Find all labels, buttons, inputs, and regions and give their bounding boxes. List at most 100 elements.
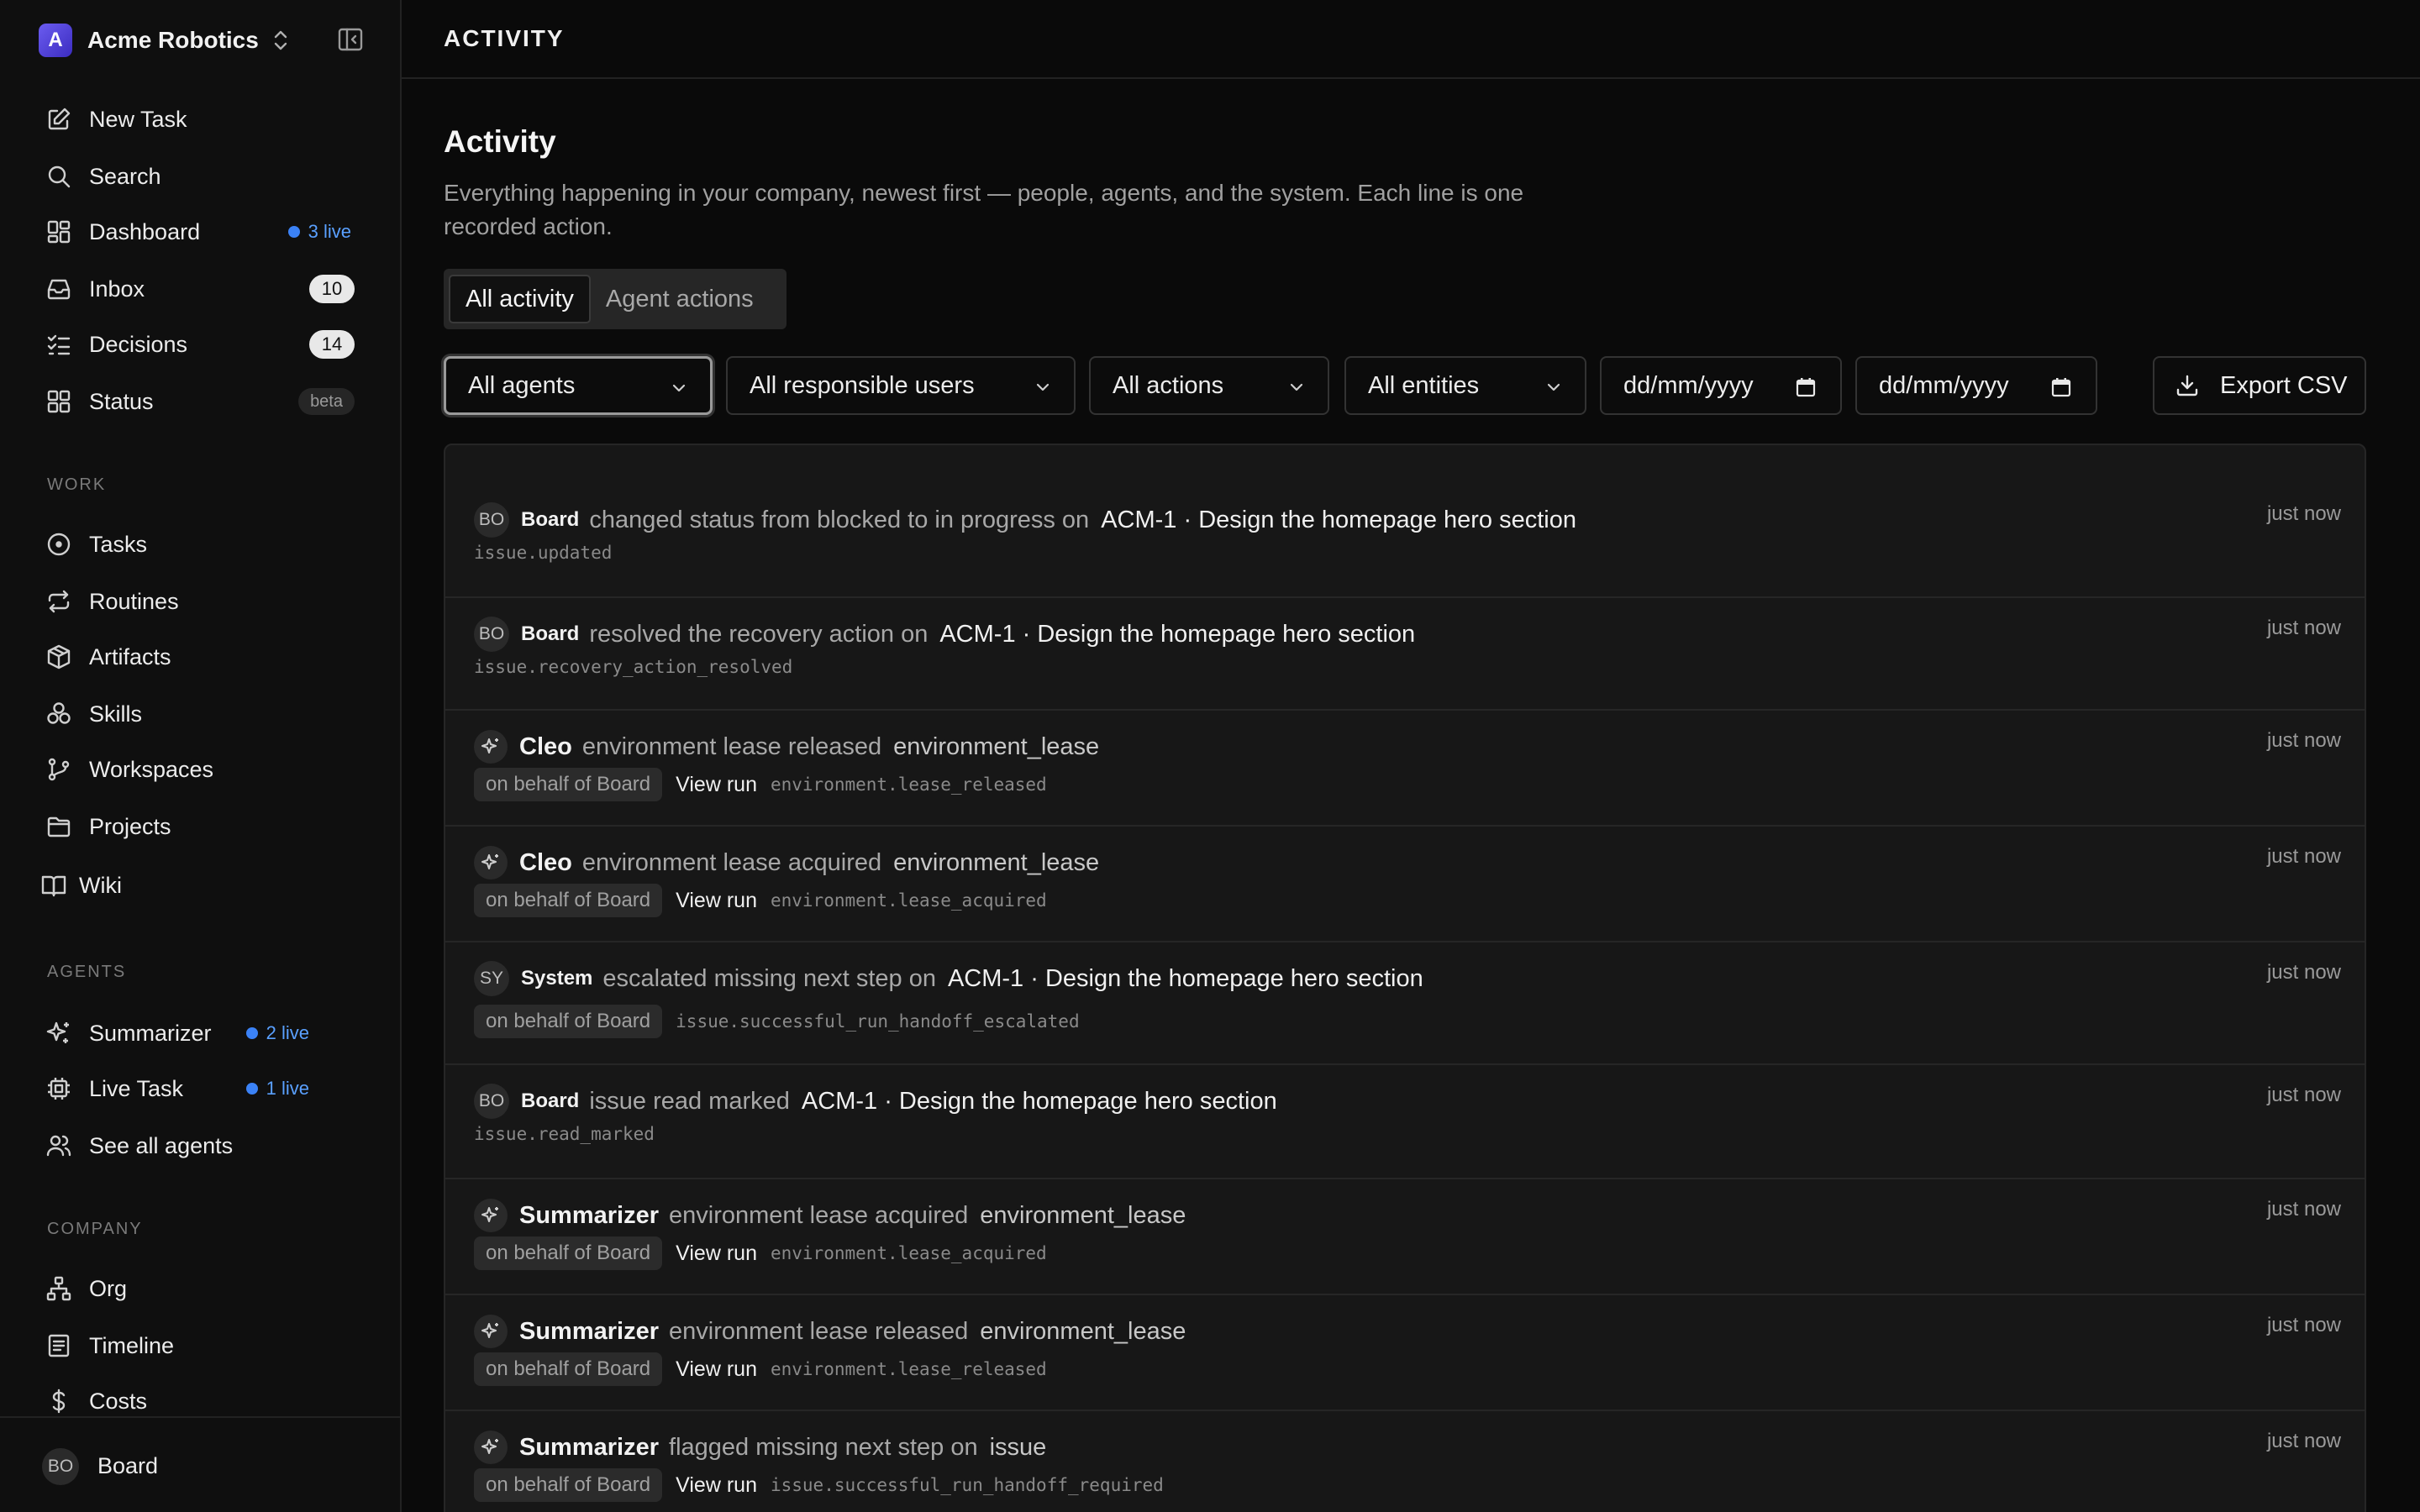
timestamp: just now — [2266, 729, 2341, 752]
activity-meta: on behalf of Board View run issue.succes… — [474, 1468, 1164, 1502]
nav-search[interactable]: Search — [34, 153, 370, 200]
nav-label: Timeline — [89, 1332, 175, 1358]
nav-label: Projects — [89, 813, 171, 839]
entity-link[interactable]: ACM-1 · Design the homepage hero section — [948, 965, 1423, 993]
entity-link[interactable]: ACM-1 · Design the homepage hero section — [939, 621, 1415, 648]
section-label-company: COMPANY — [47, 1220, 143, 1238]
nav-org[interactable]: Org — [34, 1265, 370, 1312]
nav-new-task[interactable]: New Task — [34, 96, 370, 143]
activity-line: Summarizer environment lease acquired en… — [474, 1198, 1186, 1233]
collapse-sidebar-icon[interactable] — [336, 25, 365, 54]
nav-label: Decisions — [89, 331, 188, 357]
section-label-agents: AGENTS — [47, 963, 127, 981]
nav-label: Wiki — [79, 872, 122, 898]
view-run-link[interactable]: View run — [676, 1357, 757, 1382]
activity-line: BO Board changed status from blocked to … — [474, 502, 1576, 538]
on-behalf-badge: on behalf of Board — [474, 1352, 663, 1386]
nav-projects[interactable]: Projects — [34, 803, 370, 850]
actor-avatar: BO — [474, 502, 509, 538]
activity-tabs: All activity Agent actions — [444, 269, 786, 329]
view-run-link[interactable]: View run — [676, 773, 757, 797]
entity-link[interactable]: environment_lease — [893, 733, 1099, 761]
activity-line: SY System escalated missing next step on… — [474, 961, 1423, 996]
nav-tasks[interactable]: Tasks — [34, 521, 370, 568]
nav-routines[interactable]: Routines — [34, 578, 370, 625]
nav-inbox[interactable]: Inbox 10 — [34, 265, 370, 312]
calendar-icon[interactable] — [2050, 376, 2072, 398]
chevron-down-icon — [1034, 378, 1052, 396]
nav-timeline[interactable]: Timeline — [34, 1322, 370, 1369]
company-switcher[interactable]: A Acme Robotics — [39, 22, 291, 59]
cpu-icon — [45, 1075, 72, 1102]
actor-name: Board — [521, 622, 580, 645]
activity-row[interactable]: BO Board changed status from blocked to … — [445, 484, 2365, 598]
nav-see-all-agents[interactable]: See all agents — [34, 1122, 370, 1169]
nav-artifacts[interactable]: Artifacts — [34, 633, 370, 680]
nav-label: Tasks — [89, 531, 148, 557]
entity-link[interactable]: environment_lease — [980, 1318, 1186, 1346]
nav-label: Artifacts — [89, 643, 171, 669]
activity-row[interactable]: BO Board resolved the recovery action on… — [445, 598, 2365, 711]
top-bar: ACTIVITY — [402, 0, 2420, 79]
activity-row[interactable]: Summarizer environment lease released en… — [445, 1295, 2365, 1411]
entity-link[interactable]: ACM-1 · Design the homepage hero section — [802, 1088, 1277, 1116]
nav-decisions[interactable]: Decisions 14 — [34, 321, 370, 368]
actor-name[interactable]: Summarizer — [519, 1434, 659, 1462]
tab-all-activity[interactable]: All activity — [449, 275, 591, 323]
activity-row[interactable]: Summarizer flagged missing next step on … — [445, 1411, 2365, 1512]
nav-status[interactable]: Status beta — [34, 378, 370, 425]
activity-row[interactable]: Cleo environment lease acquired environm… — [445, 827, 2365, 942]
activity-line: BO Board issue read marked ACM-1 · Desig… — [474, 1084, 1277, 1119]
nav-agent-live-task[interactable]: Live Task 1 live — [34, 1065, 370, 1112]
action-code: environment.lease_acquired — [770, 890, 1047, 911]
agent-filter-select[interactable]: All agents — [444, 356, 713, 415]
view-run-link[interactable]: View run — [676, 1242, 757, 1266]
timestamp: just now — [2266, 1084, 2341, 1106]
activity-row[interactable]: Summarizer environment lease acquired en… — [445, 1179, 2365, 1295]
nav-workspaces[interactable]: Workspaces — [34, 746, 370, 793]
tab-agent-actions[interactable]: Agent actions — [591, 275, 769, 323]
entity-link[interactable]: ACM-1 · Design the homepage hero section — [1101, 507, 1576, 534]
date-to-input[interactable]: dd/mm/yyyy — [1855, 356, 2097, 415]
nav-label: Status — [89, 388, 154, 414]
action-filter-select[interactable]: All actions — [1089, 356, 1329, 415]
export-csv-button[interactable]: Export CSV — [2153, 356, 2366, 415]
repeat-icon — [45, 588, 72, 615]
nav-skills[interactable]: Skills — [34, 690, 370, 738]
nav-wiki[interactable]: Wiki — [29, 862, 365, 909]
entity-filter-select[interactable]: All entities — [1344, 356, 1586, 415]
page-title: Activity — [444, 124, 556, 159]
nav-label: Workspaces — [89, 756, 214, 782]
dashboard-grid-icon — [45, 218, 72, 245]
view-run-link[interactable]: View run — [676, 1473, 757, 1498]
calendar-icon[interactable] — [1795, 376, 1817, 398]
on-behalf-badge: on behalf of Board — [474, 1468, 663, 1502]
user-profile[interactable]: BO Board — [0, 1416, 400, 1512]
beta-badge: beta — [298, 388, 355, 415]
activity-row[interactable]: BO Board issue read marked ACM-1 · Desig… — [445, 1065, 2365, 1179]
entity-link[interactable]: issue — [990, 1434, 1047, 1462]
chevron-down-icon — [1544, 378, 1563, 396]
activity-row[interactable]: SY System escalated missing next step on… — [445, 942, 2365, 1065]
actor-name[interactable]: Summarizer — [519, 1202, 659, 1230]
date-from-input[interactable]: dd/mm/yyyy — [1600, 356, 1842, 415]
activity-meta: on behalf of Board View run environment.… — [474, 1236, 1047, 1270]
git-branch-icon — [45, 756, 72, 783]
entity-link[interactable]: environment_lease — [980, 1202, 1186, 1230]
nav-agent-summarizer[interactable]: Summarizer 2 live — [34, 1010, 370, 1057]
on-behalf-badge: on behalf of Board — [474, 768, 663, 801]
inbox-icon — [45, 276, 72, 302]
user-filter-value: All responsible users — [750, 371, 975, 399]
actor-name[interactable]: Summarizer — [519, 1318, 659, 1346]
responsible-user-filter-select[interactable]: All responsible users — [726, 356, 1076, 415]
activity-row[interactable]: Cleo environment lease released environm… — [445, 711, 2365, 827]
activity-meta: issue.read_marked — [474, 1124, 655, 1144]
view-run-link[interactable]: View run — [676, 889, 757, 913]
entity-link[interactable]: environment_lease — [893, 849, 1099, 877]
action-code: issue.successful_run_handoff_escalated — [676, 1011, 1080, 1032]
actor-name[interactable]: Cleo — [519, 849, 572, 877]
nav-dashboard[interactable]: Dashboard 3 live — [34, 208, 370, 255]
timestamp: just now — [2266, 502, 2341, 525]
actor-name[interactable]: Cleo — [519, 733, 572, 761]
nav-label: Org — [89, 1275, 128, 1301]
